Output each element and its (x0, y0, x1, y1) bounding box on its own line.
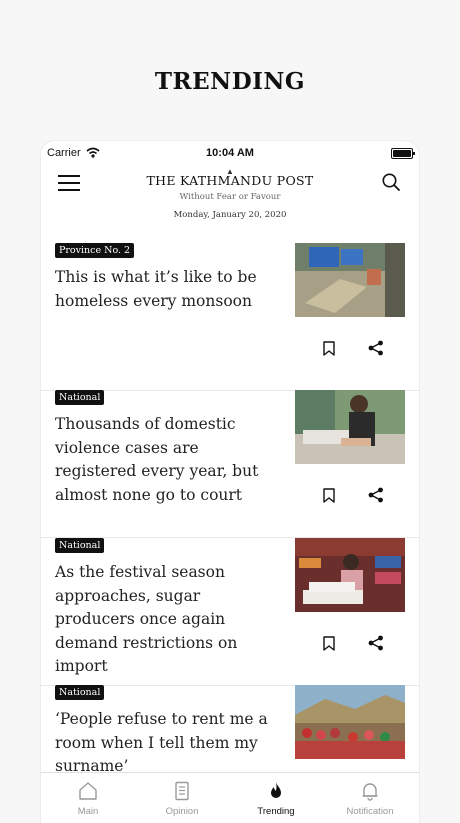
tab-label: Opinion (165, 806, 199, 817)
tab-label: Main (77, 806, 99, 817)
bell-icon (362, 783, 378, 801)
category-badge[interactable]: Province No. 2 (55, 243, 135, 258)
article-headline[interactable]: Thousands of domestic violence cases are… (55, 413, 281, 507)
article-card[interactable]: National As the festival season approach… (41, 538, 419, 686)
share-icon[interactable] (368, 340, 384, 356)
status-bar: Carrier 10:04 AM (41, 141, 419, 165)
tab-label: Notification (346, 806, 394, 817)
category-badge[interactable]: National (55, 538, 105, 553)
article-card[interactable]: National Thousands of domestic violence … (41, 390, 419, 538)
tab-trending[interactable]: Trending (229, 773, 323, 823)
page-banner-title: TRENDING (154, 68, 306, 95)
bookmark-icon[interactable] (322, 488, 336, 503)
category-badge[interactable]: National (55, 685, 105, 700)
tab-opinion[interactable]: Opinion (135, 773, 229, 823)
article-headline[interactable]: This is what it’s like to be homeless ev… (55, 266, 281, 313)
home-icon (79, 782, 97, 800)
share-icon[interactable] (368, 487, 384, 503)
bottom-tab-bar: Main Opinion Trending Notification (41, 772, 419, 823)
phone-screen: Carrier 10:04 AM ▲ THE KATHMANDU POST Wi… (41, 141, 419, 823)
article-thumbnail[interactable] (295, 390, 405, 464)
masthead-tagline: Without Fear or Favour (179, 192, 281, 202)
category-badge[interactable]: National (55, 390, 105, 405)
masthead-logo[interactable]: THE KATHMANDU POST (41, 173, 419, 188)
flame-icon (271, 782, 281, 798)
share-icon[interactable] (368, 635, 384, 651)
tab-notification[interactable]: Notification (323, 773, 417, 823)
article-card[interactable]: Province No. 2 This is what it’s like to… (41, 243, 419, 391)
article-thumbnail[interactable] (295, 243, 405, 317)
battery-icon (391, 148, 415, 159)
edition-date: Monday, January 20, 2020 (173, 210, 287, 220)
document-icon (175, 781, 189, 801)
bookmark-icon[interactable] (322, 341, 336, 356)
search-icon[interactable] (381, 172, 401, 192)
article-headline[interactable]: ‘People refuse to rent me a room when I … (55, 708, 281, 779)
bookmark-icon[interactable] (322, 636, 336, 651)
article-headline[interactable]: As the festival season approaches, sugar… (55, 561, 281, 679)
tab-label: Trending (257, 806, 295, 817)
tab-main[interactable]: Main (41, 773, 135, 823)
status-time: 10:04 AM (206, 147, 254, 159)
article-thumbnail[interactable] (295, 538, 405, 612)
article-thumbnail[interactable] (295, 685, 405, 759)
